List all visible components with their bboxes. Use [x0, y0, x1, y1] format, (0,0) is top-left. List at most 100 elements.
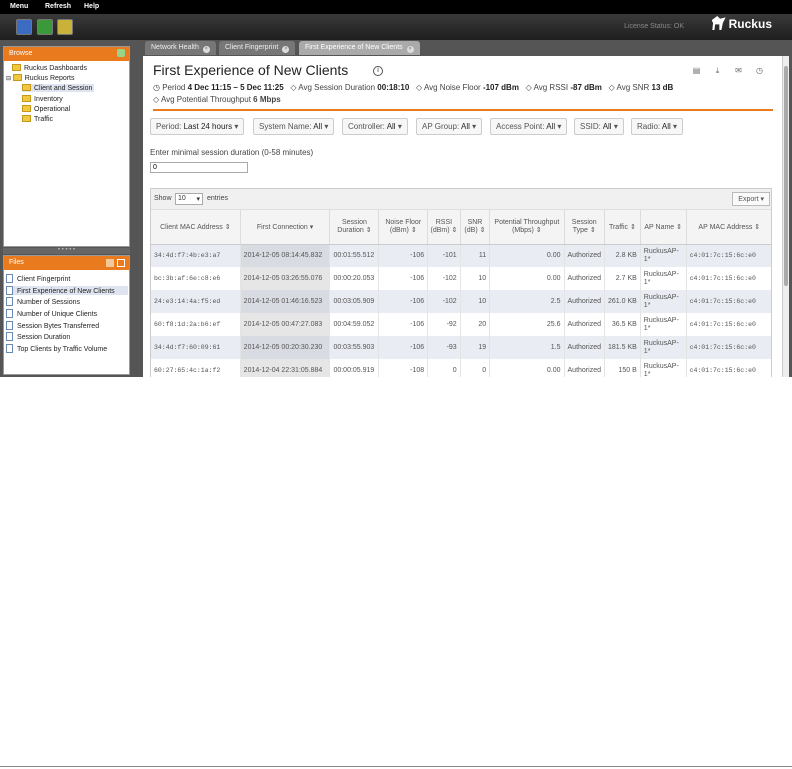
list-view-icon[interactable] — [106, 259, 114, 267]
table-cell: RuckusAP-1* — [640, 336, 687, 359]
column-header[interactable]: Traffic ⇕ — [604, 210, 641, 245]
export-button[interactable]: Export ▾ — [732, 192, 770, 206]
table-cell: 0 — [427, 359, 461, 377]
table-cell: -92 — [427, 313, 461, 336]
table-cell: 34:4d:f7:60:09:61 — [151, 336, 241, 359]
table-cell: -106 — [378, 267, 429, 290]
table-row[interactable]: 60:f8:1d:2a:b6:ef 2014-12-05 00:47:27.083… — [151, 313, 771, 336]
table-cell: 34:4d:f7:4b:e3:a7 — [151, 244, 241, 267]
table-row[interactable]: 24:e3:14:4a:f5:ed 2014-12-05 01:46:16.523… — [151, 290, 771, 313]
table-cell: Authorized — [564, 290, 605, 313]
column-header[interactable]: RSSI (dBm) ⇕ — [427, 210, 461, 245]
file-item-unique-clients[interactable]: Number of Unique Clients — [6, 309, 97, 318]
info-icon[interactable]: i — [373, 66, 383, 76]
view-toggle-icon[interactable] — [117, 259, 125, 267]
table-cell: 2014-12-05 01:46:16.523 — [240, 290, 331, 313]
page-size-select[interactable]: 10 ▾ — [175, 193, 203, 205]
tree-item-client-and-session[interactable]: Client and Session — [22, 84, 95, 92]
table-cell: c4:01:7c:15:6c:e0 — [686, 290, 771, 313]
table-row[interactable]: 60:27:65:4c:1a:f2 2014-12-04 22:31:05.884… — [151, 359, 771, 377]
download-icon[interactable]: ⤓ — [713, 66, 722, 75]
entries-label: entries — [207, 195, 229, 202]
menu-button[interactable]: Menu — [10, 3, 28, 10]
column-header[interactable]: Session Duration ⇕ — [329, 210, 380, 245]
file-item-client-fingerprint[interactable]: Client Fingerprint — [6, 274, 70, 283]
table-cell: 0.00 — [489, 267, 565, 290]
document-icon — [6, 274, 13, 283]
column-header[interactable]: Client MAC Address ⇕ — [151, 210, 241, 245]
filter-controller[interactable]: Controller: All ▾ — [342, 118, 408, 135]
scrollbar-thumb[interactable] — [784, 66, 788, 286]
document-icon[interactable]: ▤ — [692, 66, 701, 75]
close-icon[interactable]: × — [406, 46, 414, 53]
tab-first-experience[interactable]: First Experience of New Clients × — [299, 41, 420, 55]
vertical-splitter[interactable] — [131, 46, 137, 376]
file-item-number-of-sessions[interactable]: Number of Sessions — [6, 297, 80, 306]
tree-item-ruckus-reports[interactable]: ⊟ Ruckus Reports — [6, 74, 75, 82]
table-cell: 36.5 KB — [604, 313, 641, 336]
column-header[interactable]: Noise Floor (dBm) ⇕ — [378, 210, 429, 245]
column-header[interactable]: SNR (dB) ⇕ — [460, 210, 491, 245]
column-header[interactable]: Potential Throughput (Mbps) ⇕ — [489, 210, 565, 245]
file-item-session-duration[interactable]: Session Duration — [6, 332, 70, 341]
refresh-button[interactable]: Refresh — [45, 3, 71, 10]
table-row[interactable]: 34:4d:f7:60:09:61 2014-12-05 00:20:30.230… — [151, 336, 771, 359]
filter-system-name[interactable]: System Name: All ▾ — [253, 118, 335, 135]
dog-logo-icon — [711, 16, 726, 30]
clients-table: Client MAC Address ⇕ First Connection ▾ … — [151, 210, 771, 377]
file-item-first-experience[interactable]: First Experience of New Clients — [6, 286, 128, 295]
tree-item-ruckus-dashboards[interactable]: Ruckus Dashboards — [12, 64, 87, 72]
dashboard-icon[interactable] — [57, 19, 73, 35]
filter-period[interactable]: Period: Last 24 hours ▾ — [150, 118, 245, 135]
table-cell: Authorized — [564, 336, 605, 359]
table-cell: 60:f8:1d:2a:b6:ef — [151, 313, 241, 336]
table-row[interactable]: bc:3b:af:6e:c8:e6 2014-12-05 03:26:55.076… — [151, 267, 771, 290]
vertical-scrollbar[interactable] — [782, 56, 789, 377]
table-cell: 2.5 — [489, 290, 565, 313]
filter-access-point[interactable]: Access Point: All ▾ — [490, 118, 568, 135]
refresh-tree-icon[interactable] — [117, 49, 125, 57]
document-icon — [6, 344, 13, 353]
panel-splitter[interactable]: • • • • • — [3, 247, 130, 254]
tab-network-health[interactable]: Network Health × — [145, 41, 216, 55]
duration-input[interactable] — [150, 162, 248, 173]
column-header[interactable]: AP MAC Address ⇕ — [686, 210, 771, 245]
table-cell: c4:01:7c:15:6c:e0 — [686, 313, 771, 336]
schedule-icon[interactable]: ◷ — [755, 66, 764, 75]
help-button[interactable]: Help — [84, 3, 99, 10]
table-cell: RuckusAP-1* — [640, 359, 687, 377]
table-cell: 0.00 — [489, 359, 565, 377]
filter-radio[interactable]: Radio: All ▾ — [631, 118, 684, 135]
report-icon[interactable] — [37, 19, 53, 35]
close-icon[interactable]: × — [282, 46, 290, 53]
close-icon[interactable]: × — [202, 46, 210, 53]
column-header[interactable]: AP Name ⇕ — [640, 210, 687, 245]
tree-item-traffic[interactable]: Traffic — [22, 115, 53, 123]
table-cell: 00:03:05.909 — [329, 290, 380, 313]
table-cell: 150 B — [604, 359, 641, 377]
tree-item-inventory[interactable]: Inventory — [22, 95, 63, 103]
table-row[interactable]: 34:4d:f7:4b:e3:a7 2014-12-05 08:14:45.832… — [151, 244, 771, 267]
file-item-session-bytes[interactable]: Session Bytes Transferred — [6, 321, 99, 330]
page-title: First Experience of New Clients — [153, 62, 349, 78]
table-cell: 2014-12-05 00:47:27.083 — [240, 313, 331, 336]
tab-client-fingerprint[interactable]: Client Fingerprint × — [219, 41, 296, 55]
files-panel: Files Client Fingerprint First Experienc… — [3, 255, 130, 375]
table-cell: 00:01:55.512 — [329, 244, 380, 267]
table-cell: -106 — [378, 290, 429, 313]
filter-ssid[interactable]: SSID: All ▾ — [574, 118, 624, 135]
caret-down-icon: ▾ — [613, 122, 618, 131]
column-header[interactable]: Session Type ⇕ — [564, 210, 605, 245]
duration-label: Enter minimal session duration (0-58 min… — [150, 148, 314, 157]
table-cell: 60:27:65:4c:1a:f2 — [151, 359, 241, 377]
table-cell: c4:01:7c:15:6c:e0 — [686, 336, 771, 359]
table-cell: -102 — [427, 290, 461, 313]
file-item-top-clients[interactable]: Top Clients by Traffic Volume — [6, 344, 107, 353]
column-header[interactable]: First Connection ▾ — [240, 210, 331, 245]
monitor-icon[interactable] — [16, 19, 32, 35]
browse-panel-title: Browse — [9, 50, 33, 57]
filter-ap-group[interactable]: AP Group: All ▾ — [416, 118, 483, 135]
tree-item-operational[interactable]: Operational — [22, 105, 70, 113]
brand-logo: Ruckus — [711, 16, 772, 31]
email-icon[interactable]: ✉ — [734, 66, 743, 75]
